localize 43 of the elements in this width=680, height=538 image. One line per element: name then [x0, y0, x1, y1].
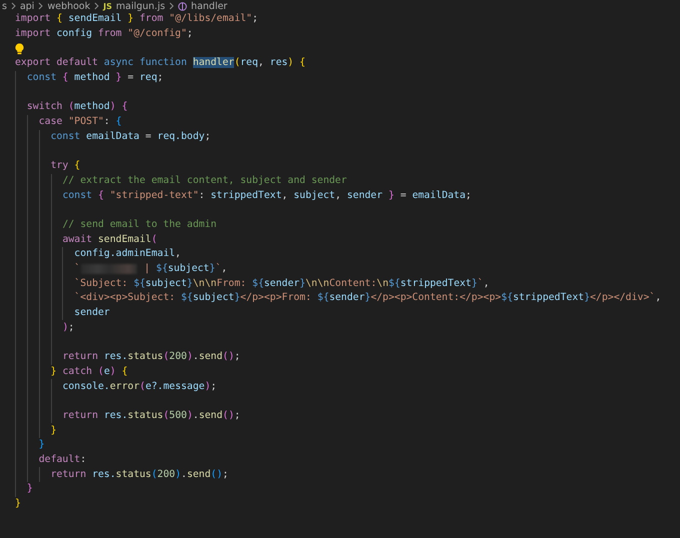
- code-line: }: [26, 483, 33, 496]
- breadcrumb-item[interactable]: webhook: [47, 0, 90, 12]
- code-line: }: [15, 498, 21, 510]
- symbol-icon: [178, 2, 188, 10]
- js-file-icon: JS: [103, 2, 112, 10]
- code-line: default:: [38, 454, 86, 466]
- breadcrumb-item[interactable]: mailgun.js: [116, 0, 166, 12]
- breadcrumb-item[interactable]: api: [20, 0, 34, 12]
- chevron-icon: [94, 2, 100, 10]
- code-line: return res.status(200).send();: [62, 351, 240, 364]
- indent-guide: [38, 467, 40, 482]
- code-line: await sendEmail(: [62, 234, 158, 246]
- code-line: console.error(e?.message);: [62, 380, 217, 393]
- code-line: import { sendEmail } from "@/libs/email";: [15, 13, 258, 26]
- code-line: try {: [50, 160, 80, 172]
- code-line: );: [62, 322, 74, 334]
- code-line: const emailData = req.body;: [50, 130, 211, 143]
- code-line: switch (method) {: [26, 101, 128, 114]
- code-line: export default async function handler(req, res) {: [15, 57, 306, 70]
- code-line: } catch (e) {: [50, 366, 128, 378]
- redacted-blur: [81, 264, 138, 274]
- code-line: `: [74, 263, 80, 276]
- code-line: // send email to the admin: [62, 218, 217, 231]
- code-line: import config from "@/config";: [15, 28, 193, 40]
- chevron-icon: [169, 2, 174, 10]
- code-line: sender: [74, 307, 110, 320]
- code-line: `Subject: ${subject}\n\nFrom: ${sender}\n\nContent:\n${strippedText}`,: [74, 278, 490, 290]
- code-line: // extract the email content, subject and sender: [62, 174, 347, 187]
- code-line: const { method } = req;: [26, 72, 164, 84]
- code-line: config.adminEmail,: [74, 248, 181, 260]
- breadcrumb-item[interactable]: s: [2, 0, 7, 12]
- code-line: const { "stripped-text": strippedText, subject, sender } = emailData;: [62, 190, 472, 202]
- code-line: }: [38, 439, 45, 452]
- lightbulb-icon[interactable]: [15, 42, 24, 55]
- breadcrumb-item[interactable]: handler: [191, 0, 228, 12]
- code-line: | ${subject}`,: [143, 263, 228, 276]
- code-line: return res.status(200).send();: [50, 468, 228, 481]
- code-line: `<div><p>Subject: ${subject}</p><p>From: ${sender}</p><p>Content:</p><p>${strippedText}</p></div>`,: [74, 292, 662, 304]
- code-line: return res.status(500).send();: [62, 410, 240, 422]
- code-line: case "POST": {: [38, 116, 122, 128]
- chevron-icon: [10, 2, 16, 10]
- chevron-icon: [38, 2, 44, 10]
- code-line: }: [50, 424, 57, 437]
